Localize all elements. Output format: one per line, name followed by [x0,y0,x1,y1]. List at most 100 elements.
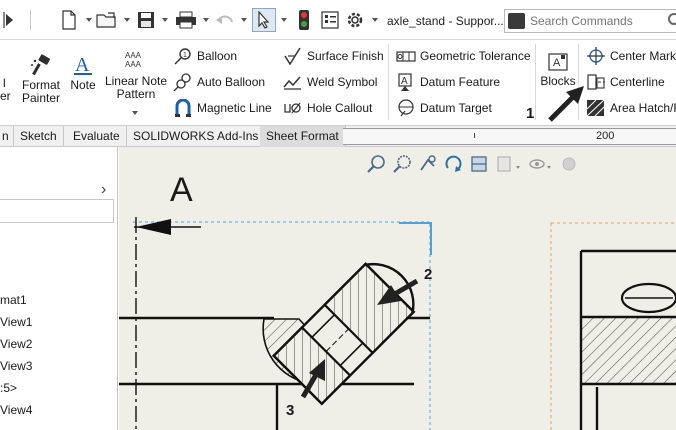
svg-text:A: A [553,57,561,69]
linear-note-pattern-icon: AAAAAA [125,51,142,69]
gear-icon[interactable] [344,9,366,31]
callout-number-1: 1 [526,105,535,122]
callout-arrow-1 [548,86,584,122]
geometric-tolerance-icon [396,51,416,62]
datum-target-label: Datum Target [420,101,492,115]
search-input[interactable] [530,12,670,30]
auto-balloon-button[interactable]: Auto Balloon [173,72,265,92]
centerline-button[interactable]: Centerline [586,72,665,92]
geometric-tolerance-label: Geometric Tolerance [420,49,531,63]
chevron-right-icon[interactable]: › [101,181,106,199]
tab-sheet-format[interactable]: Sheet Format [260,126,346,147]
hole-callout-icon [284,102,301,114]
datum-feature-icon: A [398,73,412,91]
hole-callout-label: Hole Callout [307,101,373,115]
weld-symbol-icon [283,76,301,90]
chevron-right-icon[interactable] [2,9,14,31]
center-mark-button[interactable]: Center Mark [586,46,676,66]
magnetic-line-button[interactable]: Magnetic Line [173,98,272,118]
ruler-label: 200 [596,130,615,142]
tree-item-part[interactable]: :5> [0,381,17,395]
ruler-tick [474,133,475,138]
geometric-tolerance-button[interactable]: Geometric Tolerance [396,46,531,66]
feature-manager-panel: › mat1 View1 View2 View3 :5> View4 [0,147,118,430]
datum-target-icon [398,99,414,117]
auto-balloon-icon [173,73,191,91]
tree-item-sheet-format[interactable]: mat1 [0,293,27,307]
undo-icon[interactable] [213,9,237,31]
ribbon-separator [388,44,389,120]
tab-sketch[interactable]: Sketch [14,126,64,147]
chevron-down-icon[interactable] [124,18,130,22]
tab-evaluate[interactable]: Evaluate [67,126,127,147]
area-hatch-label: Area Hatch/F [610,101,676,115]
chevron-down-icon[interactable] [281,18,287,22]
chevron-down-icon[interactable] [372,18,378,22]
ribbon-separator [535,44,536,120]
document-title: axle_stand - Suppor... [387,14,504,28]
chevron-down-icon[interactable] [162,18,168,22]
svg-text:A: A [401,76,408,87]
section-view-label: A [170,171,193,209]
ruler [343,128,676,145]
command-search-icon [508,13,525,29]
svg-text:AAA: AAA [125,51,142,60]
balloon-label: Balloon [197,49,238,63]
chevron-down-icon[interactable] [132,111,138,115]
weld-symbol-button[interactable]: Weld Symbol [283,72,377,92]
balloon-icon: 1 [174,48,191,65]
partial-ribbon-button[interactable]: l cer [0,77,14,103]
partial-label-2: cer [0,89,11,103]
balloon-button[interactable]: 1 Balloon [173,46,237,66]
surface-finish-icon [284,47,301,65]
weld-symbol-label: Weld Symbol [307,75,378,89]
hole-callout-button[interactable]: Hole Callout [283,98,372,118]
note-label: Note [70,78,96,92]
drawing-sheet [119,217,676,430]
datum-feature-label: Datum Feature [420,75,501,89]
callout-number-3: 3 [286,402,295,419]
format-painter-button[interactable]: Format Painter [20,54,62,105]
blocks-icon: A [548,53,568,71]
center-mark-label: Center Mark [610,49,676,63]
rebuild-stoplight-icon[interactable] [297,9,311,31]
magnetic-line-icon [175,99,191,117]
tree-item-view3[interactable]: View3 [0,359,32,373]
svg-text:AAA: AAA [125,60,142,69]
tree-item-view4[interactable]: View4 [0,403,32,417]
magnetic-line-label: Magnetic Line [197,101,272,115]
format-painter-label-2: Painter [21,91,61,105]
search-commands-box[interactable] [504,9,676,33]
save-icon[interactable] [136,9,156,31]
print-icon[interactable] [174,9,198,31]
select-pointer-icon[interactable] [252,8,276,32]
search-icon[interactable] [668,13,676,25]
title-bar: axle_stand - Suppor... [0,0,676,40]
section-line-arrow[interactable] [134,217,201,430]
note-icon: A [74,54,92,76]
right-view-part[interactable] [579,249,676,430]
tab-solidworks-addins[interactable]: SOLIDWORKS Add-Ins [127,126,266,147]
note-button[interactable]: A Note [68,54,98,92]
tab-annotation[interactable]: n [0,126,14,147]
center-mark-icon [587,47,605,65]
tree-item-view1[interactable]: View1 [0,315,32,329]
chevron-down-icon[interactable] [241,18,247,22]
svg-text:A: A [75,54,90,76]
surface-finish-button[interactable]: Surface Finish [283,46,384,66]
toolbar-separator [26,9,36,31]
auto-balloon-label: Auto Balloon [197,75,266,89]
format-painter-icon [31,54,50,76]
new-document-icon[interactable] [59,9,79,31]
tree-item-view2[interactable]: View2 [0,337,32,351]
datum-target-button[interactable]: Datum Target [396,98,492,118]
chevron-down-icon[interactable] [203,18,209,22]
linear-note-pattern-button[interactable]: AAA AAA Linear Note Pattern [104,50,168,101]
chevron-down-icon[interactable] [86,18,92,22]
feature-filter-input[interactable] [0,199,114,223]
area-hatch-button[interactable]: Area Hatch/F [586,98,676,118]
file-properties-icon[interactable] [319,9,341,31]
svg-text:1: 1 [183,52,187,59]
open-folder-icon[interactable] [95,9,119,31]
datum-feature-button[interactable]: A Datum Feature [396,72,500,92]
